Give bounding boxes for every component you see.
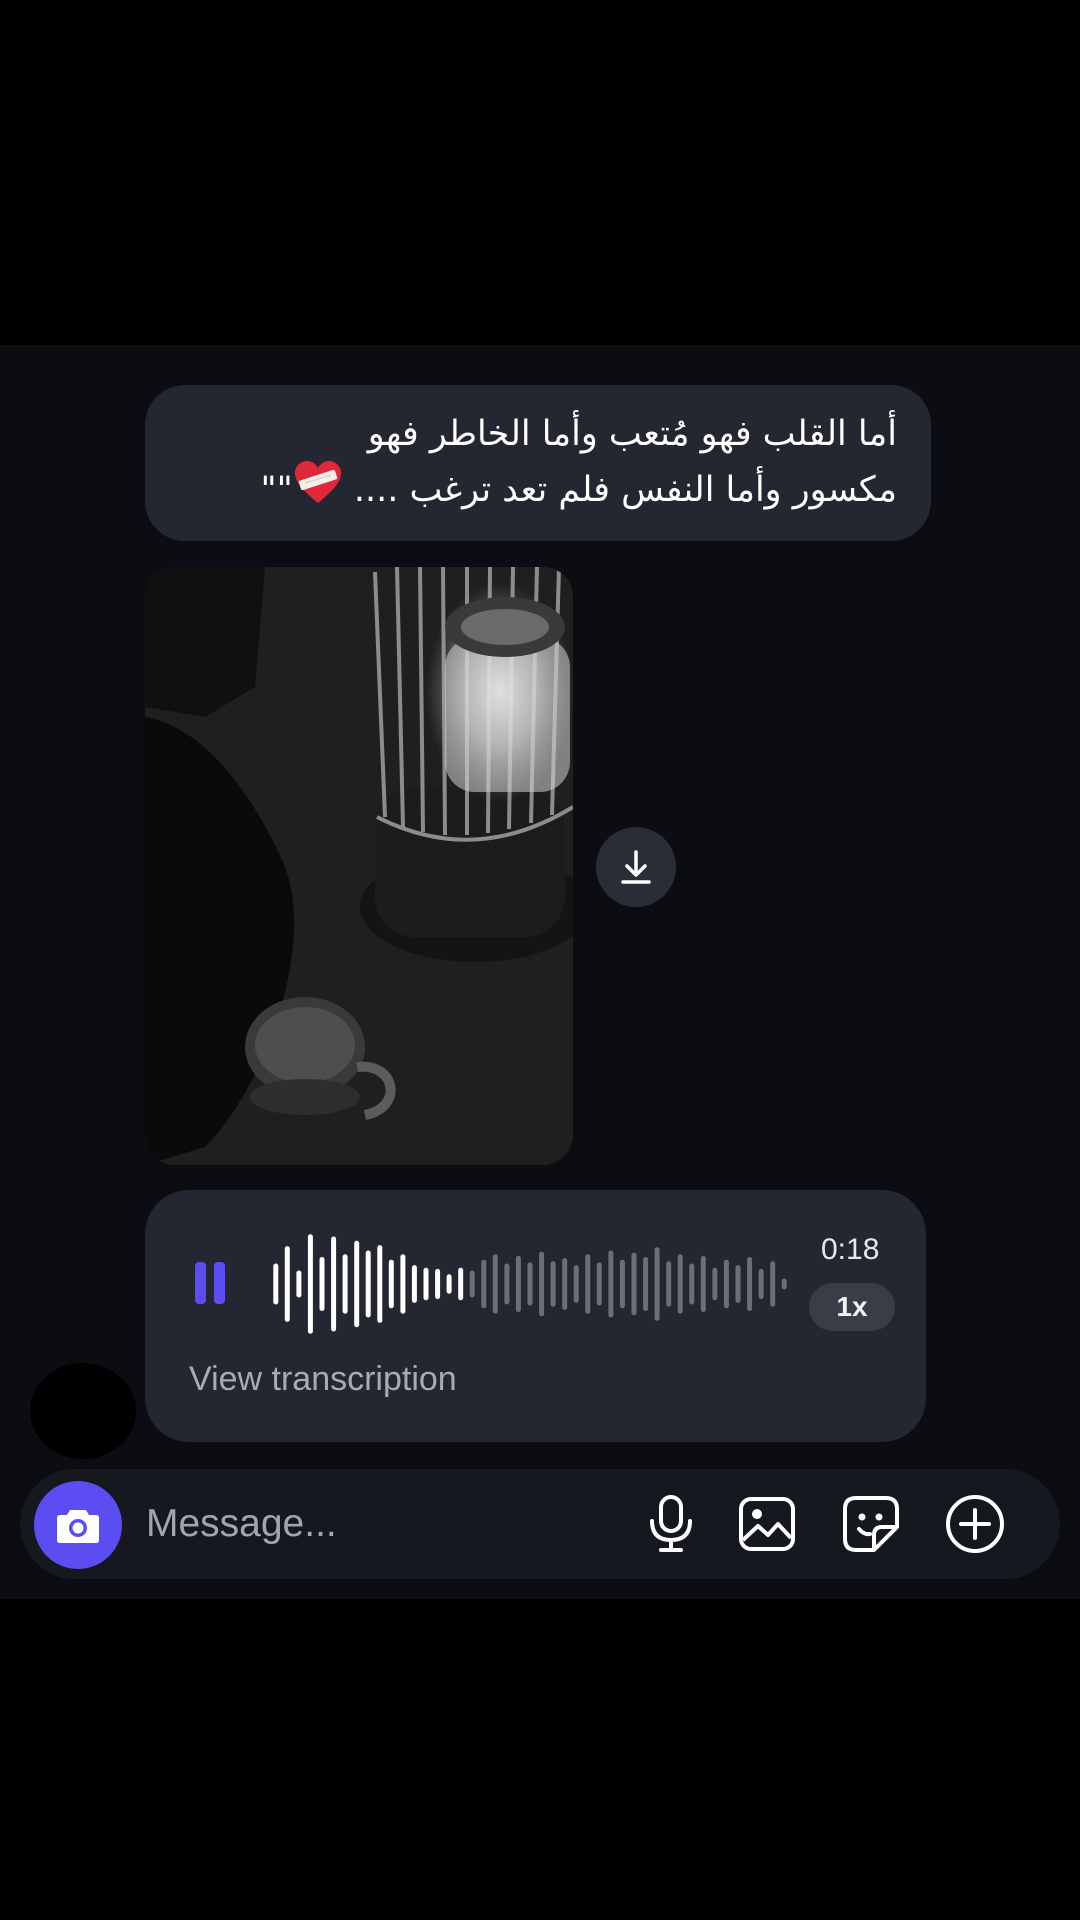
- shared-photo[interactable]: [145, 567, 573, 1165]
- waveform-bar: [631, 1252, 637, 1316]
- add-icon: [946, 1495, 1004, 1553]
- message-line-2-text: مكسور وأما النفس فلم تعد ترغب ....: [353, 470, 897, 510]
- voice-message-bubble: 0:18 1x View transcription: [145, 1190, 926, 1442]
- waveform-bar: [677, 1254, 683, 1314]
- audio-waveform[interactable]: [270, 1230, 790, 1338]
- download-button[interactable]: [596, 827, 676, 907]
- message-input[interactable]: [146, 1493, 506, 1555]
- download-icon: [621, 850, 651, 884]
- message-line-1: أما القلب فهو مُتعب وأما الخاطر فهو: [367, 414, 897, 454]
- waveform-bar: [365, 1250, 371, 1318]
- waveform-bar: [423, 1267, 429, 1301]
- sticker-button[interactable]: [840, 1493, 902, 1555]
- waveform-bar: [273, 1263, 279, 1305]
- waveform-bar: [527, 1262, 533, 1306]
- avatar[interactable]: [30, 1363, 136, 1459]
- waveform-bar: [446, 1274, 452, 1294]
- waveform-bar: [319, 1257, 325, 1311]
- audio-duration: 0:18: [821, 1233, 880, 1266]
- waveform-bar: [458, 1267, 464, 1301]
- waveform-bar: [608, 1250, 614, 1318]
- message-bubble[interactable]: أما القلب فهو مُتعب وأما الخاطر فهو مكسو…: [145, 385, 931, 541]
- playback-speed-button[interactable]: 1x: [809, 1283, 895, 1331]
- pause-button[interactable]: [195, 1262, 225, 1304]
- waveform-bar: [550, 1261, 556, 1307]
- add-button[interactable]: [944, 1493, 1006, 1555]
- waveform-bar: [342, 1254, 348, 1314]
- gallery-button[interactable]: [736, 1493, 798, 1555]
- waveform-bar: [562, 1258, 568, 1310]
- waveform-bar: [770, 1261, 776, 1307]
- waveform-bar: [758, 1268, 764, 1300]
- waveform-bar: [596, 1262, 602, 1306]
- waveform-bar: [654, 1247, 660, 1321]
- waveform-bar: [492, 1254, 498, 1314]
- pause-icon: [195, 1262, 225, 1304]
- waveform-bar: [700, 1255, 706, 1313]
- camera-button[interactable]: [34, 1481, 122, 1569]
- waveform-bar: [689, 1263, 695, 1305]
- microphone-icon: [650, 1495, 692, 1552]
- waveform-bar: [331, 1236, 337, 1332]
- waveform-bar: [643, 1257, 649, 1311]
- mending-heart-emoji: [294, 461, 341, 521]
- waveform-bar: [515, 1255, 521, 1313]
- sticker-icon: [843, 1496, 899, 1552]
- waveform-bar: [539, 1251, 545, 1317]
- view-transcription-link[interactable]: View transcription: [189, 1360, 457, 1399]
- camera-icon: [57, 1510, 99, 1543]
- message-line-2: مكسور وأما النفس فلم تعد ترغب .... "": [179, 461, 897, 521]
- closing-quotes: "": [260, 470, 293, 510]
- waveform-bar: [781, 1278, 787, 1290]
- waveform-bar: [723, 1259, 729, 1309]
- voice-record-button[interactable]: [640, 1493, 702, 1555]
- waveform-bar: [469, 1270, 475, 1298]
- waveform-bar: [481, 1259, 487, 1309]
- waveform-bar: [504, 1263, 510, 1305]
- waveform-bar: [411, 1265, 417, 1303]
- waveform-bar: [712, 1267, 718, 1301]
- waveform-bar: [619, 1259, 625, 1309]
- chat-screen: أما القلب فهو مُتعب وأما الخاطر فهو مكسو…: [0, 345, 1080, 1599]
- waveform-bar: [307, 1234, 313, 1334]
- waveform-bar: [435, 1268, 441, 1300]
- waveform-bar: [666, 1261, 672, 1307]
- waveform-bar: [400, 1254, 406, 1314]
- waveform-bar: [284, 1246, 290, 1322]
- gallery-icon: [739, 1497, 795, 1551]
- waveform-bar: [573, 1265, 579, 1303]
- message-composer: [20, 1469, 1060, 1579]
- waveform-bar: [377, 1245, 383, 1323]
- waveform-bar: [388, 1259, 394, 1309]
- waveform-bar: [747, 1257, 753, 1311]
- waveform-bar: [354, 1240, 360, 1328]
- waveform-bar: [585, 1254, 591, 1314]
- waveform-bar: [735, 1265, 741, 1303]
- waveform-bar: [296, 1270, 302, 1298]
